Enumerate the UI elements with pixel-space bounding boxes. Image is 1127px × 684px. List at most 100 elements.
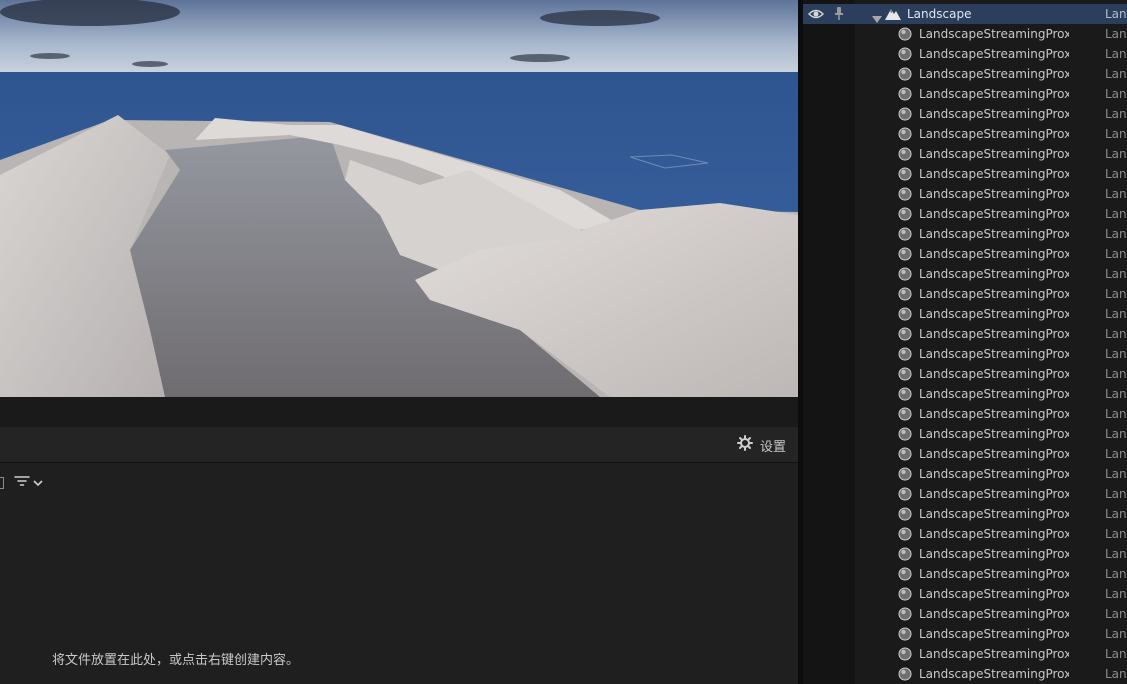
landscape-proxy-icon [898,627,912,641]
landscape-proxy-icon [898,347,912,361]
outliner-row[interactable]: LandscapeStreamingProxy_6_3 Land [803,564,1127,584]
landscape-proxy-icon [898,647,912,661]
outliner-row-label: LandscapeStreamingProxy_0_0 [919,27,1069,41]
landscape-proxy-icon [898,427,912,441]
outliner-row-label: LandscapeStreamingProxy_4_2 [919,387,1069,401]
outliner-row[interactable]: LandscapeStreamingProxy_7_2 Land [803,624,1127,644]
landscape-proxy-icon [898,487,912,501]
outliner-row-landscape[interactable]: Landscape Land [803,4,1127,24]
outliner-row-type: Land [1105,367,1127,381]
outliner-row[interactable]: LandscapeStreamingProxy_7_0 Land [803,584,1127,604]
outliner-row[interactable]: LandscapeStreamingProxy_3_0 Land [803,264,1127,284]
outliner-row[interactable]: LandscapeStreamingProxy_0_3 Land [803,84,1127,104]
outliner-row-type: Land [1105,667,1127,681]
outliner-row[interactable]: LandscapeStreamingProxy_8_0 Land [803,664,1127,684]
outliner-row-label: LandscapeStreamingProxy_7_3 [919,647,1069,661]
content-browser-body[interactable]: 将文件放置在此处，或点击右键创建内容。 [0,463,798,684]
outliner-row-label: LandscapeStreamingProxy_2_3 [919,247,1069,261]
outliner-row-type: Land [1105,507,1127,521]
outliner-row-label: LandscapeStreamingProxy_1_3 [919,167,1069,181]
outliner-row[interactable]: LandscapeStreamingProxy_1_3 Land [803,164,1127,184]
outliner-row-label: LandscapeStreamingProxy_1_0 [919,107,1069,121]
landscape-proxy-icon [898,67,912,81]
outliner-row-type: Land [1105,127,1127,141]
content-browser-header: 设置 [0,427,798,463]
landscape-proxy-icon [898,567,912,581]
landscape-proxy-icon [898,47,912,61]
outliner-row[interactable]: LandscapeStreamingProxy_3_2 Land [803,304,1127,324]
outliner-row[interactable]: LandscapeStreamingProxy_4_3 Land [803,404,1127,424]
level-viewport[interactable] [0,0,798,397]
outliner-row[interactable]: LandscapeStreamingProxy_2_1 Land [803,204,1127,224]
outliner-row[interactable]: LandscapeStreamingProxy_4_1 Land [803,364,1127,384]
landscape-proxy-icon [898,607,912,621]
outliner-row-label: LandscapeStreamingProxy_5_3 [919,487,1069,501]
filter-icon [14,473,30,493]
outliner-row-type: Land [1105,47,1127,61]
outliner-row[interactable]: LandscapeStreamingProxy_0_2 Land [803,64,1127,84]
outliner-row[interactable]: LandscapeStreamingProxy_3_1 Land [803,284,1127,304]
outliner-row[interactable]: LandscapeStreamingProxy_7_1 Land [803,604,1127,624]
outliner-row-type: Land [1105,327,1127,341]
landscape-proxy-icon [898,227,912,241]
outliner-row-type: Land [1105,447,1127,461]
outliner-row[interactable]: LandscapeStreamingProxy_4_2 Land [803,384,1127,404]
landscape-proxy-icon [898,207,912,221]
outliner-row[interactable]: LandscapeStreamingProxy_0_1 Land [803,44,1127,64]
outliner-row[interactable]: LandscapeStreamingProxy_5_3 Land [803,484,1127,504]
outliner-row[interactable]: LandscapeStreamingProxy_5_0 Land [803,424,1127,444]
outliner-row-label: LandscapeStreamingProxy_7_1 [919,607,1069,621]
outliner-row-label: LandscapeStreamingProxy_8_0 [919,667,1069,681]
outliner-row-type: Land [1105,487,1127,501]
outliner-row[interactable]: LandscapeStreamingProxy_0_0 Land [803,24,1127,44]
outliner-row-label: LandscapeStreamingProxy_3_3 [919,327,1069,341]
outliner-row-label: LandscapeStreamingProxy_1_1 [919,127,1069,141]
outliner-row[interactable]: LandscapeStreamingProxy_3_3 Land [803,324,1127,344]
landscape-proxy-icon [898,307,912,321]
outliner-row[interactable]: LandscapeStreamingProxy_6_0 Land [803,504,1127,524]
settings-label: 设置 [759,439,786,455]
outliner-row-type: Land [1105,527,1127,541]
outliner-row-type: Land [1105,27,1127,41]
outliner-row[interactable]: LandscapeStreamingProxy_1_0 Land [803,104,1127,124]
landscape-proxy-icon [898,547,912,561]
outliner-row[interactable]: LandscapeStreamingProxy_5_2 Land [803,464,1127,484]
landscape-proxy-icon [898,107,912,121]
outliner-row[interactable]: LandscapeStreamingProxy_6_2 Land [803,544,1127,564]
outliner-row-type: Land [1105,607,1127,621]
outliner-row[interactable]: LandscapeStreamingProxy_6_1 Land [803,524,1127,544]
outliner-row[interactable]: LandscapeStreamingProxy_4_0 Land [803,344,1127,364]
outliner-row-label: LandscapeStreamingProxy_7_2 [919,627,1069,641]
outliner-row-label: LandscapeStreamingProxy_4_3 [919,407,1069,421]
outliner-row-label: LandscapeStreamingProxy_6_2 [919,547,1069,561]
outliner-row-type: Land [1105,627,1127,641]
landscape-proxy-icon [898,167,912,181]
outliner-row-label: LandscapeStreamingProxy_3_2 [919,307,1069,321]
viewport-bottom-bar [0,397,798,427]
outliner-row[interactable]: LandscapeStreamingProxy_2_2 Land [803,224,1127,244]
outliner-row-type: Land [1105,307,1127,321]
outliner-row[interactable]: LandscapeStreamingProxy_7_3 Land [803,644,1127,664]
landscape-proxy-icon [898,527,912,541]
outliner-row-label: LandscapeStreamingProxy_6_1 [919,527,1069,541]
outliner-row[interactable]: LandscapeStreamingProxy_2_0 Land [803,184,1127,204]
outliner-row-type: Land [1105,347,1127,361]
landscape-proxy-icon [898,467,912,481]
outliner-row-label: LandscapeStreamingProxy_5_1 [919,447,1069,461]
outliner-row-label: LandscapeStreamingProxy_0_3 [919,87,1069,101]
outliner-row-label: LandscapeStreamingProxy_2_1 [919,207,1069,221]
outliner-row-type: Land [1105,227,1127,241]
outliner-row-type: Land [1105,267,1127,281]
outliner-row-type: Land [1105,647,1127,661]
landscape-proxy-icon [898,247,912,261]
viewport-scene [0,0,798,397]
outliner-row[interactable]: LandscapeStreamingProxy_1_2 Land [803,144,1127,164]
outliner-row-type: Land [1105,87,1127,101]
outliner-row[interactable]: LandscapeStreamingProxy_2_3 Land [803,244,1127,264]
settings-button[interactable]: 设置 [736,435,786,455]
outliner-row-type: Land [1105,147,1127,161]
chevron-down-icon [32,474,44,493]
outliner-row[interactable]: LandscapeStreamingProxy_1_1 Land [803,124,1127,144]
filter-button[interactable] [14,473,44,493]
outliner-row[interactable]: LandscapeStreamingProxy_5_1 Land [803,444,1127,464]
